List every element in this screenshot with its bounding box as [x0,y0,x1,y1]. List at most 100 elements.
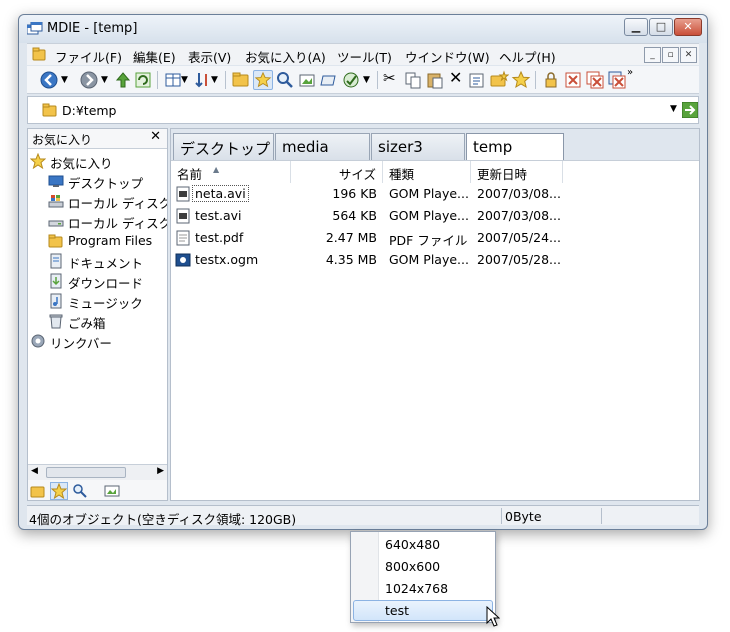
status-divider [501,508,502,524]
image-icon[interactable] [104,483,120,499]
file-name: test.avi [195,208,242,223]
column-modified[interactable]: 更新日時 [471,161,563,183]
menu-favorites[interactable]: お気に入り(A) [245,47,326,66]
menu-window[interactable]: ウインドウ(W) [405,47,490,66]
search-icon[interactable] [72,483,88,499]
sort-dropdown-icon[interactable]: ▼ [211,75,231,95]
minimize-button[interactable]: ▁ [624,18,648,36]
status-bar: 4個のオブジェクト(空きディスク領域: 120GB) 0Byte [27,505,699,527]
window-title: MDIE - [temp] [47,21,138,36]
folder-icon [42,103,57,117]
toolbar-separator [377,71,378,89]
menu-help[interactable]: ヘルプ(H) [499,47,556,66]
delete-icon[interactable]: ✕ [449,68,469,88]
close-other-tabs-icon[interactable] [607,70,627,90]
favorites-star-icon[interactable] [253,70,273,90]
file-row[interactable]: test.avi 564 KB GOM Playe... 2007/03/08.… [171,205,699,227]
back-dropdown-icon[interactable]: ▼ [61,75,81,95]
menu-item-test[interactable]: test [353,600,493,621]
column-size[interactable]: サイズ [291,161,383,183]
address-input[interactable]: D:¥temp [62,103,117,118]
file-row[interactable]: neta.avi 196 KB GOM Playe... 2007/03/08.… [171,183,699,205]
tree-label: デスクトップ [68,176,144,191]
search-icon[interactable] [275,70,295,90]
file-row[interactable]: testx.ogm 4.35 MB GOM Playe... 2007/05/2… [171,249,699,271]
file-size: 2.47 MB [325,230,377,245]
tree-label: リンクバー [50,336,112,351]
image-icon[interactable] [297,70,317,90]
ogm-file-icon [175,253,191,267]
properties-icon[interactable] [467,70,487,90]
star-icon[interactable] [50,482,68,500]
scrollbar-thumb[interactable] [46,467,126,478]
refresh-icon[interactable] [133,70,153,90]
column-type[interactable]: 種類 [383,161,471,183]
menu-tools[interactable]: ツール(T) [337,47,392,66]
cut-icon[interactable]: ✂ [383,69,403,89]
add-favorite-icon[interactable] [511,70,531,90]
back-icon[interactable] [39,70,59,90]
window-size-popup-menu: 640x480 800x600 1024x768 test [350,531,496,623]
scroll-left-icon[interactable]: ◀ [31,466,38,476]
address-dropdown-icon[interactable]: ▼ [670,104,677,114]
forward-icon[interactable] [79,70,99,90]
menu-file[interactable]: ファイル(F) [55,47,122,66]
tab-media[interactable]: media [275,133,370,160]
file-row[interactable]: test.pdf 2.47 MB PDF ファイル 2007/05/24... [171,227,699,249]
close-sidebar-icon[interactable]: ✕ [150,129,161,144]
toolbar-overflow-icon[interactable]: » [627,67,647,87]
toolbar-separator [157,71,158,89]
tab-temp[interactable]: temp [466,133,564,162]
globe-dropdown-icon[interactable]: ▼ [363,75,383,95]
file-list: 名前 ▲ サイズ 種類 更新日時 neta.avi 196 KB GOM Pla… [171,160,699,500]
window-icon[interactable] [319,70,339,90]
column-name[interactable]: 名前 ▲ [171,161,291,183]
go-arrow-icon[interactable] [682,102,698,118]
recycle-bin-icon [49,314,63,329]
scroll-right-icon[interactable]: ▶ [157,466,164,476]
video-file-icon [176,208,190,224]
folder-icon[interactable] [30,483,46,499]
mdi-restore-button[interactable]: ▫ [662,47,679,63]
menu-bar: ファイル(F) 編集(E) 表示(V) お気に入り(A) ツール(T) ウインド… [27,43,699,65]
file-size: 4.35 MB [325,252,377,267]
close-button[interactable]: ✕ [674,18,702,36]
tab-label: sizer3 [378,138,423,156]
sidebar-horizontal-scrollbar[interactable]: ◀ ▶ [28,464,167,480]
minimize-icon: ▁ [631,20,641,33]
menu-item-1024x768[interactable]: 1024x768 [353,578,493,599]
column-label: 更新日時 [477,167,528,182]
close-icon: ✕ [683,20,693,33]
mdie-window: MDIE - [temp] ▁ □ ✕ ファイル(F) 編集(E) 表示(V) … [18,14,708,530]
copy-icon[interactable] [403,70,423,90]
tab-desktop[interactable]: デスクトップ [173,133,274,160]
tree-label: ミュージック [68,296,143,311]
file-size: 564 KB [332,208,377,223]
folder-open-icon[interactable] [231,70,251,90]
close-all-tabs-icon[interactable] [585,70,605,90]
maximize-button[interactable]: □ [649,18,673,36]
windows-drive-icon [48,195,64,208]
tree-label: Program Files [68,233,153,248]
tab-sizer3[interactable]: sizer3 [371,133,465,160]
address-bar[interactable]: D:¥temp ▼ [27,96,699,124]
menu-item-800x600[interactable]: 800x600 [353,556,493,577]
lock-icon[interactable] [541,70,561,90]
paste-icon[interactable] [425,70,445,90]
menu-edit[interactable]: 編集(E) [133,47,176,66]
menu-item-640x480[interactable]: 640x480 [353,534,493,555]
menu-view[interactable]: 表示(V) [188,47,231,66]
close-tab-icon[interactable] [563,70,583,90]
up-folder-icon[interactable] [113,70,133,90]
new-folder-icon[interactable] [489,70,509,90]
file-date: 2007/05/24... [477,230,561,245]
sort-icon[interactable] [193,70,213,90]
title-bar[interactable]: MDIE - [temp] ▁ □ ✕ [19,15,707,43]
globe-icon[interactable] [341,70,361,90]
view-mode-icon[interactable] [163,70,183,90]
file-date: 2007/03/08... [477,208,561,223]
folder-icon [48,234,63,248]
mouse-cursor-icon [486,606,500,627]
mdi-minimize-button[interactable]: _ [644,47,661,63]
mdi-close-button[interactable]: ✕ [680,47,697,63]
